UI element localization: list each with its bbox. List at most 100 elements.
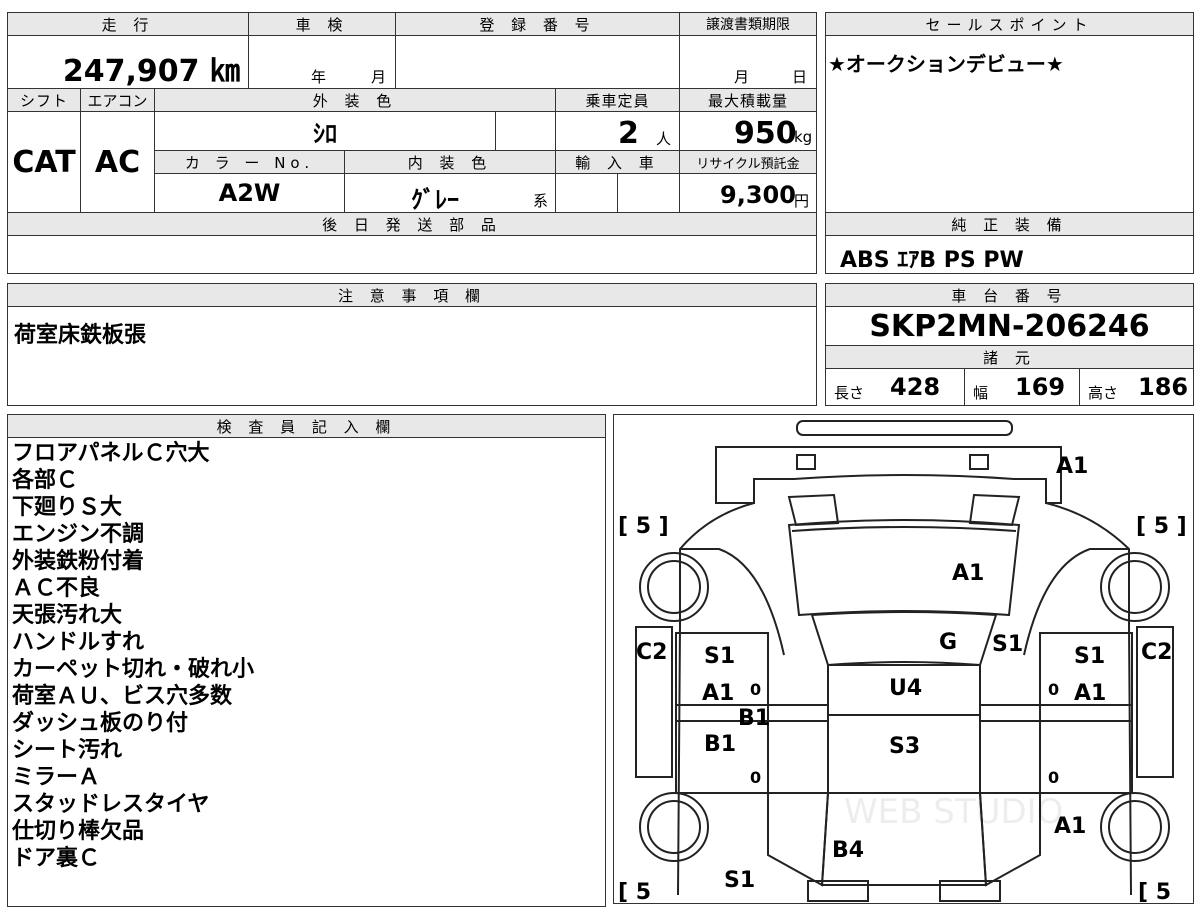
chassis-value: SKP2MN-206246 bbox=[869, 308, 1150, 344]
mark-left-front-door-2: A1 bbox=[702, 681, 734, 706]
registration-cell bbox=[395, 35, 680, 89]
transfer-day-unit: 日 bbox=[792, 68, 808, 86]
inspector-line: シート汚れ bbox=[12, 738, 123, 763]
mark-roof-mid: S3 bbox=[889, 734, 920, 759]
registration-label: 登 録 番 号 bbox=[395, 12, 680, 36]
mark-windshield-right: S1 bbox=[992, 632, 1023, 657]
inspector-line: カーペット切れ・破れ小 bbox=[12, 657, 255, 682]
sales-point-cell: ★オークションデビュー★ bbox=[825, 35, 1194, 213]
inspector-line: ダッシュ板のり付 bbox=[12, 711, 189, 736]
genuine-equipment-value: ABS ｴｱB PS PW bbox=[840, 248, 1024, 273]
notes-cell: 荷室床鉄板張 bbox=[7, 306, 817, 406]
recycle-cell: 9,300 円 bbox=[679, 173, 817, 213]
inspection-label: 車 検 bbox=[248, 12, 396, 36]
capacity-cell: 2 人 bbox=[555, 111, 680, 151]
recycle-value: 9,300 bbox=[720, 181, 796, 209]
capacity-value: 2 bbox=[618, 116, 639, 151]
exterior-color-label: 外 装 色 bbox=[154, 88, 556, 112]
inspector-line: ドア裏Ｃ bbox=[12, 846, 101, 871]
height-cell: 高さ 186 bbox=[1079, 368, 1194, 406]
inspector-line: フロアパネルＣ穴大 bbox=[12, 441, 210, 466]
exterior-color-cell: ｼﾛ bbox=[154, 111, 496, 151]
inspector-line: 外装鉄粉付着 bbox=[12, 549, 145, 574]
car-diagram-panel: A1 A1 G S1 U4 S3 B4 C2 C2 S1 A1 B1 B1 S1… bbox=[613, 414, 1194, 904]
recycle-unit: 円 bbox=[794, 192, 810, 210]
interior-color-cell: ｸﾞﾚｰ 系 bbox=[344, 173, 556, 214]
interior-color-label: 内 装 色 bbox=[344, 150, 556, 174]
mark-windshield: G bbox=[939, 630, 957, 655]
import-label: 輸 入 車 bbox=[555, 150, 680, 174]
shift-label: シフト bbox=[7, 88, 81, 112]
mileage-cell: 247,907 ㎞ bbox=[7, 35, 249, 89]
sales-point-label: セールスポイント bbox=[825, 12, 1194, 36]
mileage-value: 247,907 ㎞ bbox=[62, 54, 240, 89]
mark-left-rear-bottom: S1 bbox=[724, 868, 755, 893]
mark-roof: U4 bbox=[889, 676, 922, 701]
mark-tire-fr: [ 5 ] bbox=[1136, 514, 1187, 539]
max-load-unit: kg bbox=[794, 128, 813, 146]
inspection-month-unit: 月 bbox=[371, 68, 387, 86]
width-cell: 幅 169 bbox=[964, 368, 1080, 406]
later-parts-label: 後 日 発 送 部 品 bbox=[7, 212, 817, 236]
inspector-cell: フロアパネルＣ穴大 各部Ｃ 下廻りＳ大 エンジン不調 外装鉄粉付着 ＡＣ不良 天… bbox=[7, 437, 606, 907]
length-label: 長さ bbox=[834, 384, 865, 402]
interior-color-suffix: 系 bbox=[533, 192, 549, 210]
height-label: 高さ bbox=[1088, 384, 1119, 402]
inspector-lines: フロアパネルＣ穴大 各部Ｃ 下廻りＳ大 エンジン不調 外装鉄粉付着 ＡＣ不良 天… bbox=[12, 440, 254, 872]
chassis-label: 車 台 番 号 bbox=[825, 283, 1194, 307]
inspector-line: 下廻りＳ大 bbox=[12, 495, 123, 520]
recycle-label: リサイクル預託金 bbox=[679, 150, 817, 174]
inspector-line: スタッドレスタイヤ bbox=[12, 792, 210, 817]
inspection-year-unit: 年 bbox=[311, 68, 327, 86]
chassis-cell: SKP2MN-206246 bbox=[825, 306, 1194, 346]
watermark: WEB STUDIO bbox=[844, 792, 1063, 832]
mark-left-front-door: S1 bbox=[704, 644, 735, 669]
exterior-color-value: ｼﾛ bbox=[313, 119, 337, 148]
mark-right-front-door-2: A1 bbox=[1074, 681, 1106, 706]
max-load-cell: 950 kg bbox=[679, 111, 817, 151]
transfer-deadline-cell: 月 日 bbox=[679, 35, 817, 89]
genuine-equipment-label: 純 正 装 備 bbox=[825, 212, 1194, 236]
car-diagram: A1 A1 G S1 U4 S3 B4 C2 C2 S1 A1 B1 B1 S1… bbox=[618, 420, 1187, 903]
capacity-label: 乗車定員 bbox=[555, 88, 680, 112]
color-no-cell: A2W bbox=[154, 173, 345, 213]
mark-left-mid: B1 bbox=[738, 706, 770, 731]
inspection-cell: 年 月 bbox=[248, 35, 396, 89]
inspector-line: 各部Ｃ bbox=[12, 468, 79, 493]
inspector-line: ＡＣ不良 bbox=[12, 576, 101, 601]
later-parts-cell bbox=[7, 235, 817, 274]
mark-right-fender: C2 bbox=[1141, 640, 1172, 665]
mileage-label: 走 行 bbox=[7, 12, 249, 36]
aircon-label: エアコン bbox=[80, 88, 155, 112]
length-value: 428 bbox=[890, 373, 941, 401]
mark-left-fender: C2 bbox=[636, 640, 667, 665]
mark-front-bumper: A1 bbox=[1056, 454, 1088, 479]
width-value: 169 bbox=[1015, 373, 1066, 401]
inspector-line: 仕切り棒欠品 bbox=[12, 819, 145, 844]
max-load-label: 最大積載量 bbox=[679, 88, 817, 112]
inspector-line: ハンドルすれ bbox=[12, 630, 145, 655]
width-label: 幅 bbox=[973, 384, 989, 402]
aircon-value: AC bbox=[94, 144, 141, 180]
capacity-unit: 人 bbox=[656, 130, 672, 148]
sales-point-value: ★オークションデビュー★ bbox=[828, 52, 1064, 76]
height-value: 186 bbox=[1138, 373, 1189, 401]
interior-color-value: ｸﾞﾚｰ bbox=[411, 186, 459, 214]
zero-mark: 0 bbox=[750, 768, 761, 787]
mark-tire-fl: [ 5 ] bbox=[618, 514, 669, 539]
zero-mark: 0 bbox=[750, 680, 761, 699]
notes-value: 荷室床鉄板張 bbox=[14, 323, 147, 348]
zero-mark: 0 bbox=[1048, 768, 1059, 787]
inspector-line: 天張汚れ大 bbox=[12, 603, 123, 628]
mark-hood: A1 bbox=[952, 561, 984, 586]
mark-right-front-door: S1 bbox=[1074, 644, 1105, 669]
mark-left-rear-door: B1 bbox=[704, 732, 736, 757]
transfer-deadline-label: 譲渡書類期限 bbox=[679, 12, 817, 36]
inspector-label: 検 査 員 記 入 欄 bbox=[7, 414, 606, 438]
shift-value: CAT bbox=[12, 144, 76, 180]
inspector-line: エンジン不調 bbox=[12, 522, 145, 547]
aircon-cell: AC bbox=[80, 111, 155, 213]
specs-label: 諸 元 bbox=[825, 345, 1194, 369]
notes-label: 注 意 事 項 欄 bbox=[7, 283, 817, 307]
genuine-equipment-cell: ABS ｴｱB PS PW bbox=[825, 235, 1194, 274]
